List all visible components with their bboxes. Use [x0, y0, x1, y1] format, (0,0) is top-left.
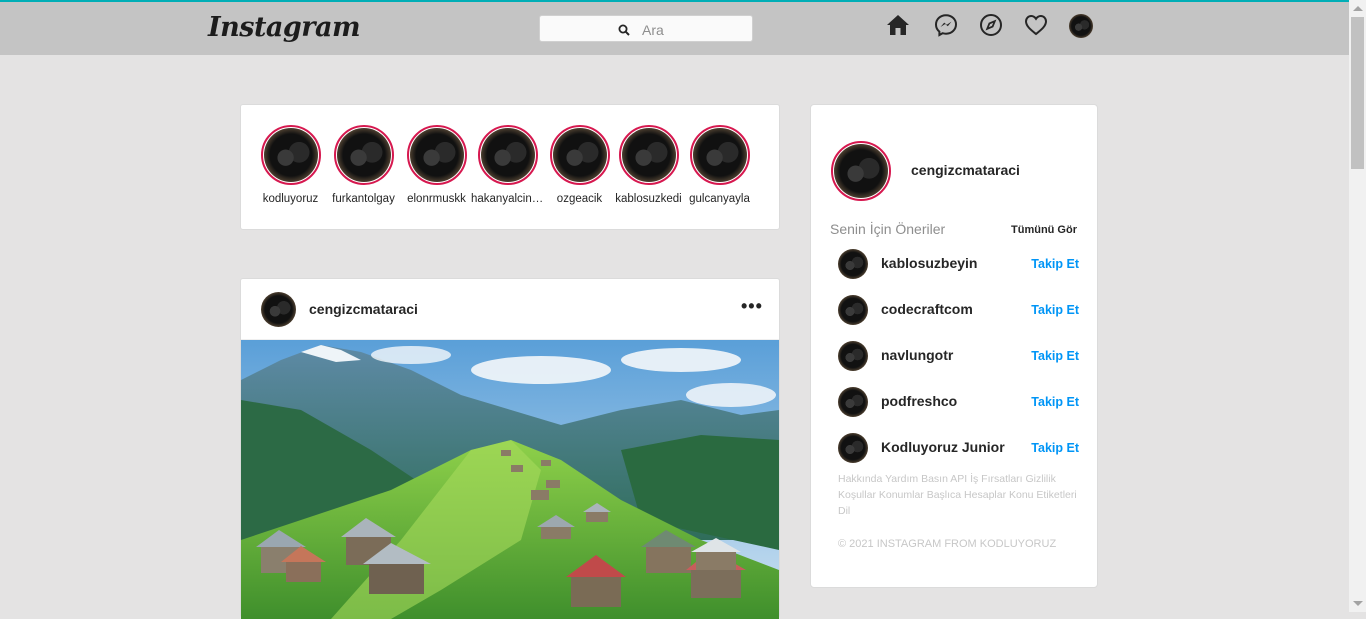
follow-button[interactable]: Takip Et [1031, 395, 1079, 409]
avatar [409, 128, 464, 182]
suggestion-username[interactable]: codecraftcom [881, 301, 973, 317]
copyright-text: © 2021 INSTAGRAM FROM KODLUYORUZ [838, 538, 1057, 550]
story-username: hakanyalcinkaya [471, 193, 544, 205]
story-item[interactable]: kablosuzkedi [612, 125, 685, 205]
scroll-up-arrow-icon[interactable] [1353, 6, 1363, 11]
suggestion-username[interactable]: podfreshco [881, 393, 957, 409]
story-username: elonrmuskk [407, 193, 466, 205]
follow-button[interactable]: Takip Et [1031, 257, 1079, 271]
suggestion-avatar[interactable] [838, 433, 868, 463]
suggestion-username[interactable]: Kodluyoruz Junior [881, 439, 1005, 455]
story-item[interactable]: ozgeacik [543, 125, 616, 205]
avatar [621, 128, 676, 182]
story-username: furkantolgay [332, 193, 395, 205]
heart-icon[interactable] [1024, 13, 1048, 37]
suggestions-title: Senin İçin Öneriler [830, 221, 946, 237]
messenger-icon[interactable] [934, 13, 958, 37]
avatar [552, 128, 607, 182]
story-username: gulcanyayla [689, 193, 750, 205]
story-ring [477, 125, 538, 185]
avatar [480, 128, 535, 182]
current-user-username[interactable]: cengizcmataraci [911, 162, 1020, 178]
avatar [692, 128, 747, 182]
suggestion-item: podfreshco Takip Et [811, 387, 1099, 427]
story-item[interactable]: elonrmuskk [400, 125, 473, 205]
story-ring [689, 125, 750, 185]
suggestion-username[interactable]: navlungotr [881, 347, 953, 363]
scroll-down-arrow-icon[interactable] [1353, 601, 1363, 606]
home-icon[interactable] [886, 13, 910, 37]
story-item[interactable]: furkantolgay [327, 125, 400, 205]
feed-post: cengizcmataraci ••• [240, 278, 780, 619]
story-username: ozgeacik [556, 193, 603, 205]
story-ring [406, 125, 467, 185]
story-username: kablosuzkedi [615, 193, 682, 205]
post-author-username[interactable]: cengizcmataraci [309, 301, 418, 317]
footer-links[interactable]: Hakkında Yardım Basın API İş Fırsatları … [838, 471, 1078, 519]
avatar [336, 128, 391, 182]
suggestion-avatar[interactable] [838, 295, 868, 325]
current-user-avatar[interactable] [831, 141, 891, 201]
search-box[interactable] [539, 15, 753, 42]
suggestion-avatar[interactable] [838, 387, 868, 417]
suggestion-username[interactable]: kablosuzbeyin [881, 255, 977, 271]
follow-button[interactable]: Takip Et [1031, 303, 1079, 317]
top-navbar: Instagram [0, 2, 1349, 55]
see-all-link[interactable]: Tümünü Gör [1011, 224, 1077, 236]
suggestion-item: codecraftcom Takip Et [811, 295, 1099, 335]
stories-tray: kodluyoruz furkantolgay elonrmuskk hakan… [240, 104, 780, 230]
follow-button[interactable]: Takip Et [1031, 349, 1079, 363]
avatar [834, 144, 888, 198]
avatar [263, 128, 318, 182]
story-ring [333, 125, 394, 185]
explore-icon[interactable] [979, 13, 1003, 37]
story-ring [549, 125, 610, 185]
suggestion-avatar[interactable] [838, 249, 868, 279]
suggestion-avatar[interactable] [838, 341, 868, 371]
post-author-avatar[interactable] [261, 292, 296, 327]
follow-button[interactable]: Takip Et [1031, 441, 1079, 455]
story-item[interactable]: gulcanyayla [683, 125, 756, 205]
scroll-thumb[interactable] [1351, 17, 1364, 169]
story-item[interactable]: kodluyoruz [254, 125, 327, 205]
suggestions-sidebar: cengizcmataraci Senin İçin Öneriler Tümü… [810, 104, 1098, 588]
search-icon [618, 23, 630, 41]
instagram-logo[interactable]: Instagram [208, 12, 361, 43]
story-ring [260, 125, 321, 185]
profile-avatar[interactable] [1069, 14, 1093, 38]
story-username: kodluyoruz [262, 193, 319, 205]
post-header: cengizcmataraci ••• [241, 279, 779, 340]
story-item[interactable]: hakanyalcinkaya [471, 125, 544, 205]
more-options-icon[interactable]: ••• [741, 297, 763, 315]
search-input[interactable] [640, 19, 744, 40]
suggestion-item: kablosuzbeyin Takip Et [811, 249, 1099, 289]
suggestion-item: Kodluyoruz Junior Takip Et [811, 433, 1099, 473]
post-photo[interactable] [241, 340, 779, 619]
suggestion-item: navlungotr Takip Et [811, 341, 1099, 381]
page-scrollbar[interactable] [1349, 0, 1366, 612]
story-ring [618, 125, 679, 185]
